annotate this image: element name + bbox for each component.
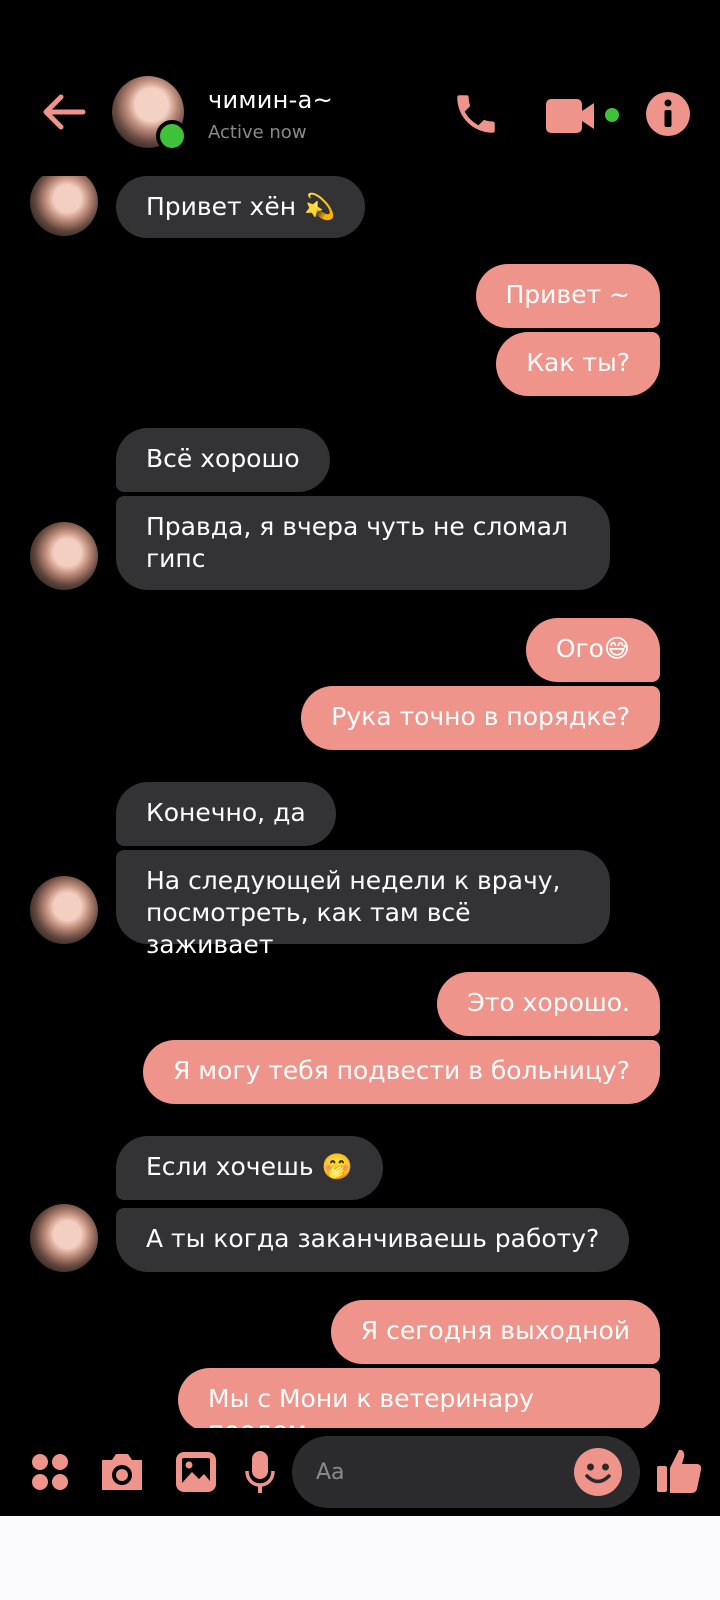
thumbs-up-icon [657, 1449, 702, 1493]
back-button[interactable] [36, 88, 92, 136]
message-bubble-incoming[interactable]: Правда, я вчера чуть не сломал гипс [116, 496, 610, 590]
system-navigation-area [0, 1516, 720, 1600]
sender-avatar[interactable] [30, 1204, 98, 1272]
message-bubble-outgoing[interactable]: Ого😅 [525, 618, 660, 682]
message-bubble-outgoing[interactable]: Мы с Мони к ветеринару поедем [178, 1368, 660, 1428]
message-bubble-outgoing[interactable]: Это хорошо. [437, 972, 660, 1036]
contact-status: Active now [208, 122, 307, 143]
message-bubble-outgoing[interactable]: Привет ~ [475, 264, 660, 328]
phone-icon [457, 95, 495, 133]
apps-icon [32, 1454, 68, 1490]
message-bubble-outgoing[interactable]: Как ты? [496, 332, 660, 396]
message-composer: Aa [0, 1428, 720, 1516]
voice-call-button[interactable] [448, 86, 504, 142]
message-bubble-incoming[interactable]: А ты когда заканчиваешь работу? [116, 1208, 630, 1272]
camera-icon [102, 1454, 142, 1490]
chat-header: чимин-а~ Active now [0, 0, 720, 176]
message-bubble-incoming[interactable]: Конечно, да [116, 782, 336, 846]
video-camera-icon [546, 99, 619, 133]
sender-avatar[interactable] [30, 876, 98, 944]
message-bubble-incoming[interactable]: На следующей недели к врачу, посмотреть,… [116, 850, 610, 959]
message-bubble-incoming[interactable]: Привет хён 💫 [116, 176, 366, 238]
emoji-button[interactable] [574, 1448, 622, 1496]
voice-message-button[interactable] [238, 1446, 282, 1498]
sender-avatar[interactable] [30, 522, 98, 590]
message-bubble-outgoing[interactable]: Рука точно в порядке? [301, 686, 660, 750]
message-bubble-incoming[interactable]: Если хочешь 🤭 [116, 1136, 383, 1200]
back-arrow-icon [43, 94, 86, 130]
info-button[interactable] [642, 88, 694, 140]
microphone-icon [245, 1451, 275, 1493]
messenger-app: чимин-а~ Active now Привет хён 💫 Привет … [0, 0, 720, 1516]
video-call-button[interactable] [544, 90, 624, 140]
like-button[interactable] [652, 1442, 706, 1500]
message-bubble-outgoing[interactable]: Я могу тебя подвести в больницу? [142, 1040, 660, 1104]
gallery-button[interactable] [170, 1446, 222, 1498]
online-indicator [156, 120, 188, 152]
apps-button[interactable] [26, 1448, 74, 1496]
emoji-icon [574, 1448, 622, 1496]
message-input[interactable]: Aa [292, 1436, 640, 1508]
info-icon [646, 92, 690, 136]
message-bubble-incoming[interactable]: Всё хорошо [116, 428, 330, 492]
gallery-icon [176, 1452, 216, 1492]
message-bubble-outgoing[interactable]: Я сегодня выходной [330, 1300, 660, 1364]
camera-button[interactable] [96, 1446, 148, 1498]
contact-name[interactable]: чимин-а~ [208, 86, 333, 114]
message-placeholder: Aa [316, 1459, 345, 1485]
message-list[interactable]: Привет хён 💫 Привет ~ Как ты? Всё хорошо… [0, 176, 720, 1428]
sender-avatar[interactable] [30, 176, 98, 236]
contact-avatar[interactable] [112, 76, 188, 152]
